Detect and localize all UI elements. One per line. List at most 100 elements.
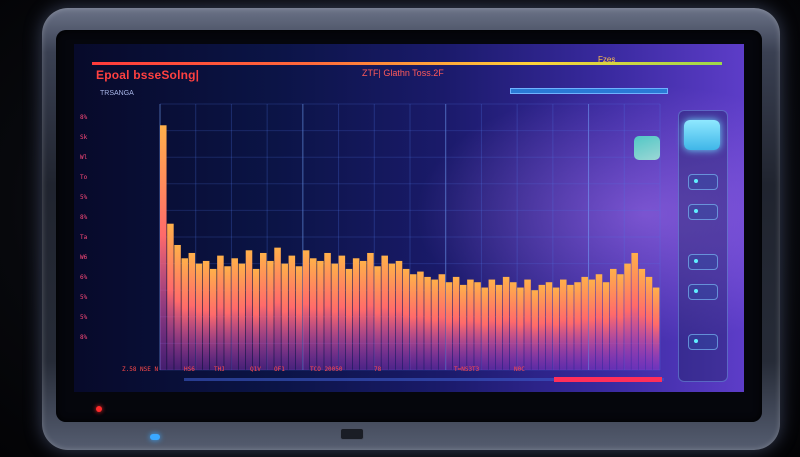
spectrum-bar bbox=[481, 287, 488, 370]
timeline-position[interactable] bbox=[554, 377, 662, 382]
spectrum-bar bbox=[317, 260, 324, 370]
tile-icon[interactable] bbox=[634, 136, 660, 160]
bottom-readout: N0C bbox=[514, 366, 525, 373]
spectrum-bar bbox=[567, 284, 574, 370]
spectrum-bar bbox=[445, 282, 453, 370]
spectrum-bar bbox=[652, 287, 660, 370]
spectrum-bar bbox=[417, 271, 424, 370]
spectrum-bar bbox=[374, 266, 381, 370]
readout-value: 8% bbox=[80, 214, 88, 221]
bottom-readout: 78 bbox=[374, 366, 382, 373]
spectrum-bar bbox=[438, 274, 446, 370]
spectrum-bar bbox=[410, 274, 417, 370]
spectrum-bar bbox=[231, 258, 238, 370]
readout-value: 5% bbox=[80, 194, 88, 201]
spectrum-bar bbox=[560, 279, 567, 370]
top-right-label: Fzes bbox=[598, 55, 616, 64]
top-range-slider[interactable] bbox=[510, 88, 668, 94]
spectrum-bar bbox=[581, 276, 588, 370]
bottom-readout: THJ bbox=[214, 366, 225, 373]
spectrum-bar bbox=[345, 268, 353, 370]
readout-value: 8% bbox=[80, 114, 88, 121]
side-toggle[interactable] bbox=[688, 174, 718, 190]
side-toggle[interactable] bbox=[688, 334, 718, 350]
spectrum-bar bbox=[638, 268, 646, 370]
display-icon[interactable] bbox=[684, 120, 720, 150]
side-toggle[interactable] bbox=[688, 204, 718, 220]
readout-value: Sk bbox=[80, 134, 88, 141]
header-info: ZTF| Glathn Toss.2F bbox=[362, 68, 444, 78]
spectrum-bar bbox=[474, 282, 481, 370]
toggle-indicator-icon bbox=[694, 209, 698, 213]
spectrum-bar bbox=[488, 279, 496, 370]
spectrum-bar bbox=[645, 276, 653, 370]
app-title: Epoal bsseSolng| bbox=[96, 68, 200, 82]
header-bar bbox=[92, 62, 722, 65]
spectrum-bar bbox=[467, 279, 474, 370]
spectrum-bar bbox=[281, 263, 288, 370]
spectrum-bar bbox=[224, 266, 231, 370]
readout-value: 8% bbox=[80, 334, 88, 341]
bottom-readout: Z.58 NSE N bbox=[122, 366, 159, 373]
display-screen: Epoal bsseSolng| ZTF| Glathn Toss.2F Fze… bbox=[74, 44, 744, 392]
spectrum-bar bbox=[331, 263, 338, 370]
bottom-readout: TCO 20050 bbox=[310, 366, 343, 373]
spectrum-bar bbox=[210, 268, 217, 370]
readout-value: W6 bbox=[80, 254, 88, 261]
readout-value: Ta bbox=[80, 234, 88, 241]
spectrum-bar bbox=[238, 263, 246, 370]
spectrum-bar bbox=[502, 276, 510, 370]
spectrum-bar bbox=[288, 255, 296, 370]
spectrum-bar bbox=[260, 252, 267, 370]
spectrum-bar bbox=[452, 276, 460, 370]
side-toggle[interactable] bbox=[688, 254, 718, 270]
readout-value: 6% bbox=[80, 274, 88, 281]
spectrum-bar bbox=[160, 125, 167, 370]
readout-value: 5% bbox=[80, 294, 88, 301]
spectrum-bar bbox=[202, 260, 210, 370]
spectrum-bar bbox=[424, 276, 431, 370]
power-led-icon bbox=[96, 406, 102, 412]
spectrum-bar bbox=[595, 274, 603, 370]
toggle-indicator-icon bbox=[694, 259, 698, 263]
spectrum-bar bbox=[524, 279, 531, 370]
bottom-readout: Q1V bbox=[250, 366, 261, 373]
bottom-readout: OF1 bbox=[274, 366, 285, 373]
spectrum-bar bbox=[388, 263, 396, 370]
spectrum-bar bbox=[517, 287, 524, 370]
spectrum-bar bbox=[338, 255, 346, 370]
readout-value: Wl bbox=[80, 154, 88, 161]
side-toggle[interactable] bbox=[688, 284, 718, 300]
bottom-readout: HS6 bbox=[184, 366, 195, 373]
spectrum-bar bbox=[602, 282, 610, 370]
spectrum-bar bbox=[552, 287, 560, 370]
spectrum-bar bbox=[195, 263, 203, 370]
spectrum-bar bbox=[631, 252, 638, 370]
spectrum-bar bbox=[167, 223, 174, 370]
spectrum-chart[interactable] bbox=[120, 96, 670, 380]
spectrum-bar bbox=[588, 279, 596, 370]
spectrum-bar bbox=[302, 250, 310, 370]
spectrum-bar bbox=[310, 258, 317, 370]
port-icon bbox=[340, 428, 364, 440]
spectrum-bar bbox=[245, 250, 253, 370]
spectrum-bar bbox=[188, 252, 196, 370]
spectrum-bar bbox=[395, 260, 403, 370]
spectrum-bar bbox=[274, 247, 281, 370]
spectrum-bar bbox=[610, 268, 617, 370]
spectrum-bar bbox=[510, 282, 517, 370]
spectrum-bar bbox=[574, 282, 581, 370]
spectrum-bar bbox=[538, 284, 546, 370]
spectrum-bar bbox=[545, 282, 553, 370]
spectrum-bar bbox=[402, 268, 410, 370]
status-led-icon bbox=[150, 434, 160, 440]
spectrum-bar bbox=[217, 255, 224, 370]
readout-value: To bbox=[80, 174, 88, 181]
toggle-indicator-icon bbox=[694, 179, 698, 183]
spectrum-bar bbox=[617, 274, 624, 370]
spectrum-bar bbox=[360, 260, 367, 370]
spectrum-bar bbox=[174, 244, 181, 370]
toggle-indicator-icon bbox=[694, 339, 698, 343]
readout-value: 5% bbox=[80, 314, 88, 321]
spectrum-bar bbox=[381, 255, 388, 370]
